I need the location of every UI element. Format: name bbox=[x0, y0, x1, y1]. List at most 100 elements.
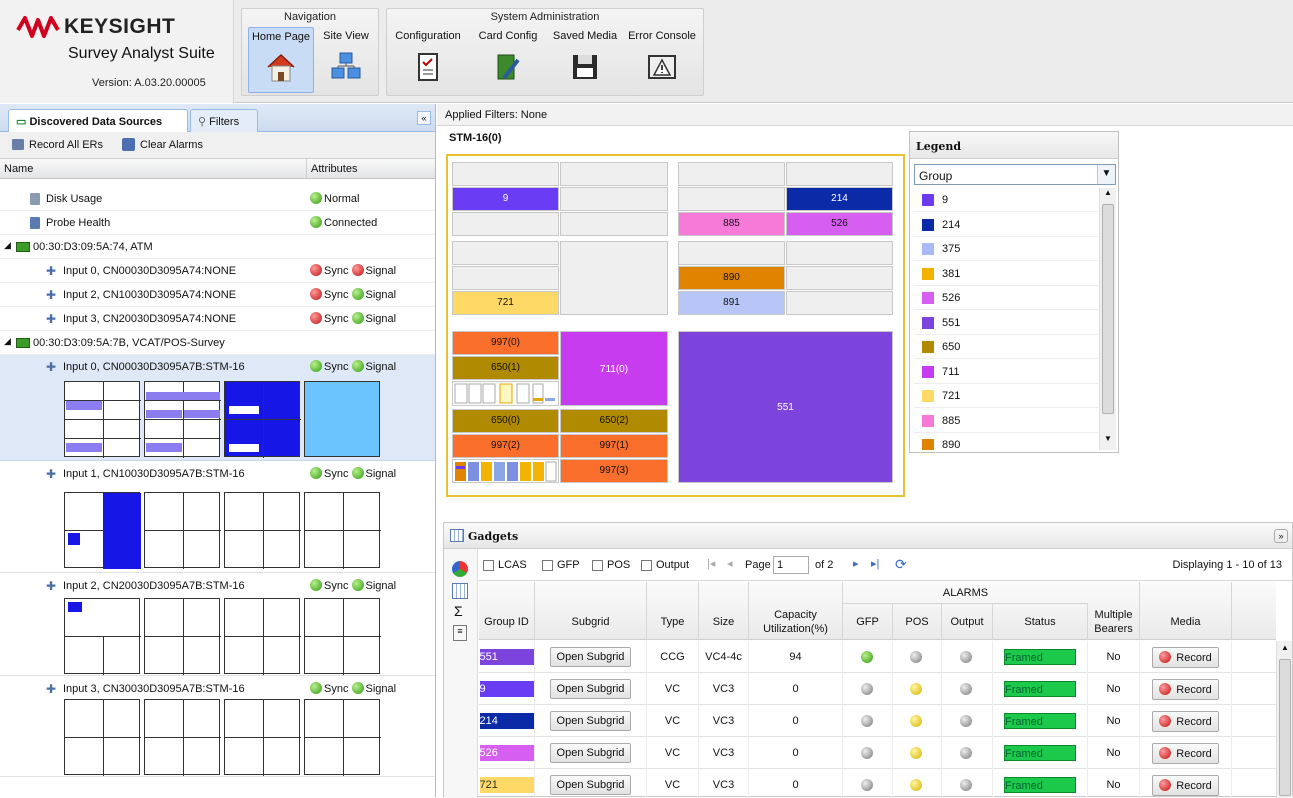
thumbnail[interactable] bbox=[64, 598, 141, 675]
grid-cell[interactable] bbox=[678, 187, 785, 211]
table-view-icon[interactable] bbox=[452, 583, 468, 599]
tree-row-disk-usage[interactable]: Disk Usage Normal bbox=[0, 187, 435, 211]
table-row[interactable]: 9 Open Subgrid VC VC3 0 Framed No Record bbox=[479, 673, 1276, 705]
thumbnail[interactable] bbox=[224, 381, 301, 458]
grid-cell[interactable]: 997(0) bbox=[452, 331, 559, 355]
thumbnail[interactable] bbox=[144, 381, 221, 458]
tree-row-input[interactable]: ✚ Input 3, CN20030D3095A74:NONE Sync Sig… bbox=[0, 307, 435, 331]
scroll-thumb[interactable] bbox=[1102, 204, 1114, 414]
thumbnail[interactable] bbox=[144, 699, 221, 776]
grid-cell[interactable]: 551 bbox=[678, 331, 893, 483]
tree-row-input[interactable]: ✚ Input 0, CN00030D3095A74:NONE Sync Sig… bbox=[0, 259, 435, 283]
gadgets-scrollbar[interactable]: ▲ bbox=[1276, 641, 1292, 798]
collapse-panel-button[interactable]: « bbox=[417, 111, 431, 125]
legend-item[interactable]: 381 bbox=[914, 262, 1098, 286]
legend-item[interactable]: 885 bbox=[914, 409, 1098, 433]
column-header[interactable]: Status bbox=[993, 604, 1088, 640]
tree-row-input[interactable]: ✚ Input 1, CN10030D3095A7B:STM-16 Sync S… bbox=[0, 462, 435, 573]
record-button[interactable]: Record bbox=[1152, 646, 1219, 668]
first-page-icon[interactable]: |◂ bbox=[707, 557, 715, 570]
grid-cell[interactable]: 891 bbox=[678, 291, 785, 315]
grid-cell[interactable] bbox=[786, 241, 893, 265]
thumbnail[interactable] bbox=[304, 492, 381, 569]
grid-cell[interactable] bbox=[560, 241, 668, 315]
configuration-button[interactable]: Configuration bbox=[389, 27, 467, 93]
legend-item[interactable]: 551 bbox=[914, 311, 1098, 335]
grid-cell[interactable]: 711(0) bbox=[560, 331, 668, 406]
open-subgrid-button[interactable]: Open Subgrid bbox=[549, 711, 632, 731]
table-row[interactable]: 214 Open Subgrid VC VC3 0 Framed No Record bbox=[479, 705, 1276, 737]
table-row[interactable]: 526 Open Subgrid VC VC3 0 Framed No Record bbox=[479, 737, 1276, 769]
color-wheel-icon[interactable] bbox=[452, 561, 468, 577]
thumbnail[interactable] bbox=[144, 492, 221, 569]
refresh-icon[interactable]: ⟳ bbox=[895, 556, 907, 573]
site-view-button[interactable]: Site View bbox=[316, 27, 376, 93]
column-header[interactable]: POS bbox=[893, 604, 942, 640]
scroll-down-icon[interactable]: ▼ bbox=[1100, 434, 1116, 448]
expand-gadgets-button[interactable]: » bbox=[1274, 529, 1288, 543]
clear-alarms-button[interactable]: Clear Alarms bbox=[140, 139, 203, 151]
grid-cell[interactable] bbox=[452, 241, 559, 265]
scroll-up-icon[interactable]: ▲ bbox=[1277, 643, 1293, 652]
column-header[interactable]: Output bbox=[942, 604, 993, 640]
scroll-thumb[interactable] bbox=[1279, 659, 1291, 796]
tree-row-input[interactable]: ✚ Input 2, CN20030D3095A7B:STM-16 Sync S… bbox=[0, 574, 435, 676]
tree-row-probe-health[interactable]: Probe Health Connected bbox=[0, 211, 435, 235]
scroll-up-icon[interactable]: ▲ bbox=[1100, 188, 1116, 202]
column-header[interactable]: GFP bbox=[843, 604, 893, 640]
tab-filters[interactable]: ⚲ Filters bbox=[190, 109, 258, 132]
saved-media-button[interactable]: Saved Media bbox=[547, 27, 623, 93]
legend-item[interactable]: 711 bbox=[914, 360, 1098, 384]
thumbnail[interactable] bbox=[224, 492, 301, 569]
open-subgrid-button[interactable]: Open Subgrid bbox=[549, 647, 632, 667]
legend-group-select[interactable]: Group ▼ bbox=[914, 164, 1116, 185]
tab-discovered-data-sources[interactable]: ▭ Discovered Data Sources bbox=[8, 109, 188, 132]
record-button[interactable]: Record bbox=[1152, 678, 1219, 700]
grid-cell[interactable] bbox=[452, 381, 559, 406]
grid-cell[interactable]: 885 bbox=[678, 212, 785, 236]
column-header[interactable]: Group ID bbox=[479, 582, 535, 640]
legend-item[interactable]: 375 bbox=[914, 237, 1098, 261]
grid-cell[interactable]: 721 bbox=[452, 291, 559, 315]
open-subgrid-button[interactable]: Open Subgrid bbox=[549, 743, 632, 763]
legend-item[interactable]: 650 bbox=[914, 335, 1098, 359]
tree-row-device-atm[interactable]: ◢ 00:30:D3:09:5A:74, ATM bbox=[0, 235, 435, 259]
grid-cell[interactable]: 997(1) bbox=[560, 434, 668, 458]
record-button[interactable]: Record bbox=[1152, 710, 1219, 732]
grid-cell[interactable]: 650(2) bbox=[560, 409, 668, 433]
output-checkbox[interactable] bbox=[641, 560, 652, 571]
grid-cell[interactable]: 9 bbox=[452, 187, 559, 211]
column-header[interactable]: Media bbox=[1140, 582, 1232, 640]
thumbnail[interactable] bbox=[64, 492, 141, 569]
column-header[interactable]: Type bbox=[647, 582, 699, 640]
grid-cell[interactable] bbox=[678, 241, 785, 265]
thumbnail[interactable] bbox=[304, 381, 380, 457]
expand-triangle-icon[interactable]: ◢ bbox=[4, 240, 11, 251]
grid-cell[interactable]: 890 bbox=[678, 266, 785, 290]
column-name[interactable]: Name bbox=[4, 163, 33, 175]
thumbnail[interactable] bbox=[304, 598, 381, 675]
page-input[interactable]: 1 bbox=[773, 556, 809, 574]
record-button[interactable]: Record bbox=[1152, 742, 1219, 764]
chevron-down-icon[interactable]: ▼ bbox=[1097, 165, 1115, 184]
grid-cell[interactable] bbox=[560, 212, 668, 236]
grid-cell[interactable] bbox=[452, 266, 559, 290]
grid-cell[interactable] bbox=[786, 266, 893, 290]
column-header[interactable]: Multiple Bearers bbox=[1088, 582, 1140, 640]
grid-cell[interactable]: 997(3) bbox=[560, 459, 668, 483]
thumbnail[interactable] bbox=[144, 598, 221, 675]
report-icon[interactable]: ≡ bbox=[453, 625, 467, 641]
expand-triangle-icon[interactable]: ◢ bbox=[4, 336, 11, 347]
thumbnail[interactable] bbox=[304, 699, 381, 776]
grid-cell[interactable] bbox=[452, 459, 559, 483]
legend-item[interactable]: 526 bbox=[914, 286, 1098, 310]
open-subgrid-button[interactable]: Open Subgrid bbox=[549, 679, 632, 699]
thumbnail[interactable] bbox=[64, 381, 141, 458]
legend-item[interactable]: 9 bbox=[914, 188, 1098, 212]
legend-item[interactable]: 721 bbox=[914, 384, 1098, 408]
grid-cell[interactable]: 997(2) bbox=[452, 434, 559, 458]
tree-row-device-vcat[interactable]: ◢ 00:30:D3:09:5A:7B, VCAT/POS-Survey bbox=[0, 331, 435, 355]
gfp-checkbox[interactable] bbox=[542, 560, 553, 571]
grid-cell[interactable]: 650(0) bbox=[452, 409, 559, 433]
grid-cell[interactable] bbox=[678, 162, 785, 186]
